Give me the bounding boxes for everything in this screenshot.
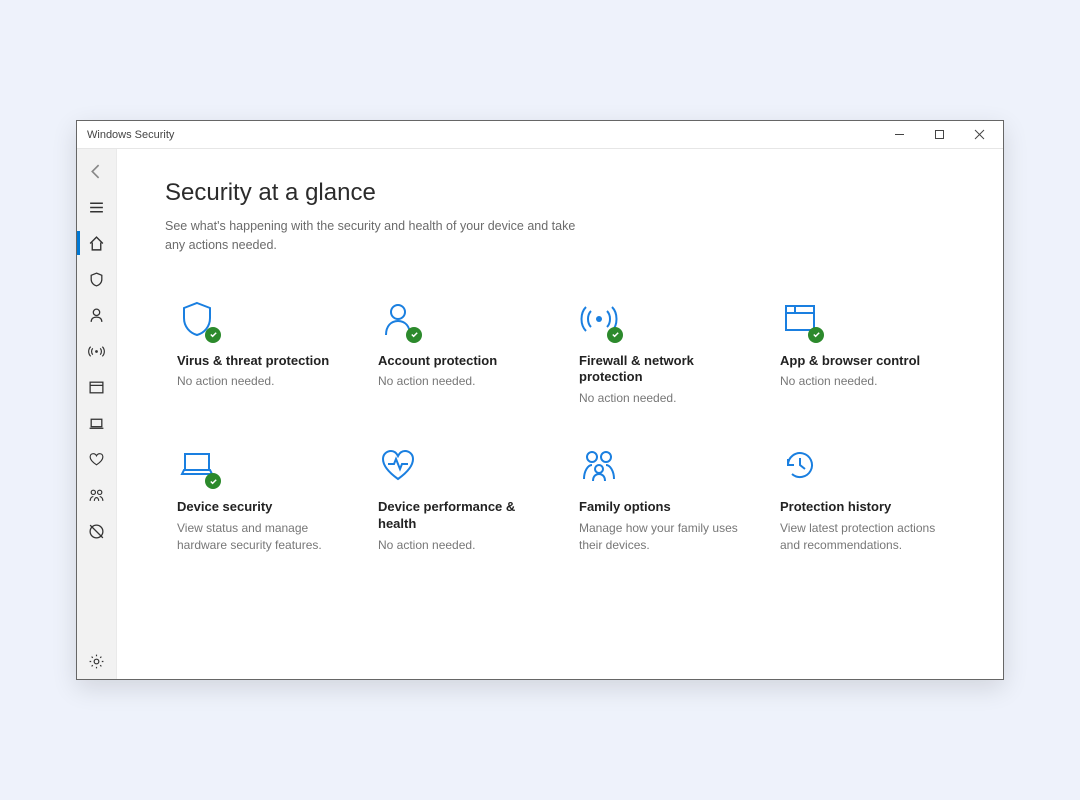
tile-desc: No action needed. — [579, 390, 750, 407]
tile-protection-history[interactable]: Protection history View latest protectio… — [768, 431, 963, 572]
tile-desc: View status and manage hardware security… — [177, 520, 348, 554]
family-icon — [88, 487, 105, 504]
tile-firewall-network[interactable]: Firewall & network protection No action … — [567, 285, 762, 426]
page-title: Security at a glance — [165, 179, 963, 207]
body-area: Security at a glance See what's happenin… — [77, 149, 1003, 679]
tile-virus-threat[interactable]: Virus & threat protection No action need… — [165, 285, 360, 426]
shield-icon — [177, 299, 217, 339]
page-subtitle: See what's happening with the security a… — [165, 217, 585, 255]
nav-device-health[interactable] — [77, 441, 116, 477]
heart-pulse-icon — [378, 445, 418, 485]
sidebar — [77, 149, 117, 679]
tile-title: Account protection — [378, 353, 549, 370]
person-icon — [378, 299, 418, 339]
tile-title: Family options — [579, 499, 750, 516]
status-ok-badge — [406, 327, 422, 343]
tile-desc: No action needed. — [378, 373, 549, 390]
tiles-grid: Virus & threat protection No action need… — [165, 285, 963, 572]
maximize-button[interactable] — [919, 121, 959, 149]
nav-protection-history[interactable] — [77, 513, 116, 549]
nav-device-security[interactable] — [77, 405, 116, 441]
tile-desc: No action needed. — [780, 373, 951, 390]
main-content: Security at a glance See what's happenin… — [117, 149, 1003, 679]
back-button[interactable] — [77, 153, 116, 189]
nav-home[interactable] — [77, 225, 116, 261]
person-icon — [88, 307, 105, 324]
laptop-icon — [88, 415, 105, 432]
history-icon — [780, 445, 820, 485]
titlebar: Windows Security — [77, 121, 1003, 149]
heart-icon — [88, 451, 105, 468]
tile-title: Device security — [177, 499, 348, 516]
status-ok-badge — [205, 327, 221, 343]
window-title: Windows Security — [87, 129, 879, 141]
laptop-icon — [177, 445, 217, 485]
close-button[interactable] — [959, 121, 999, 149]
browser-icon — [780, 299, 820, 339]
home-icon — [88, 235, 105, 252]
tile-title: Device performance & health — [378, 499, 549, 533]
tile-title: Protection history — [780, 499, 951, 516]
nav-family-options[interactable] — [77, 477, 116, 513]
nav-firewall[interactable] — [77, 333, 116, 369]
app-window: Windows Security — [76, 120, 1004, 680]
network-icon — [88, 343, 105, 360]
minimize-button[interactable] — [879, 121, 919, 149]
tile-device-health[interactable]: Device performance & health No action ne… — [366, 431, 561, 572]
menu-button[interactable] — [77, 189, 116, 225]
tile-title: Virus & threat protection — [177, 353, 348, 370]
tile-account-protection[interactable]: Account protection No action needed. — [366, 285, 561, 426]
shield-icon — [88, 271, 105, 288]
nav-app-browser[interactable] — [77, 369, 116, 405]
family-icon — [579, 445, 619, 485]
nav-virus-threat[interactable] — [77, 261, 116, 297]
tile-family-options[interactable]: Family options Manage how your family us… — [567, 431, 762, 572]
nav-settings[interactable] — [77, 643, 116, 679]
status-ok-badge — [607, 327, 623, 343]
tile-app-browser[interactable]: App & browser control No action needed. — [768, 285, 963, 426]
tile-desc: View latest protection actions and recom… — [780, 520, 951, 554]
tile-title: Firewall & network protection — [579, 353, 750, 387]
network-icon — [579, 299, 619, 339]
tile-desc: Manage how your family uses their device… — [579, 520, 750, 554]
nav-account-protection[interactable] — [77, 297, 116, 333]
tile-title: App & browser control — [780, 353, 951, 370]
browser-icon — [88, 379, 105, 396]
status-ok-badge — [205, 473, 221, 489]
tile-device-security[interactable]: Device security View status and manage h… — [165, 431, 360, 572]
back-arrow-icon — [88, 163, 105, 180]
gear-icon — [88, 653, 105, 670]
status-ok-badge — [808, 327, 824, 343]
hamburger-icon — [88, 199, 105, 216]
window-controls — [879, 121, 999, 149]
tile-desc: No action needed. — [378, 537, 549, 554]
tile-desc: No action needed. — [177, 373, 348, 390]
history-icon — [88, 523, 105, 540]
